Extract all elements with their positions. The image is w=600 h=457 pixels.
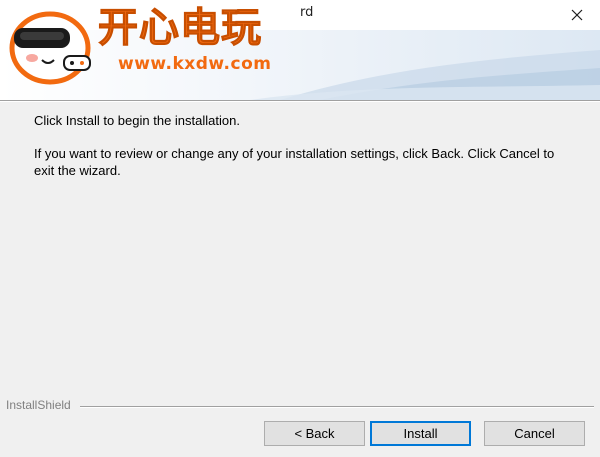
installshield-label: InstallShield bbox=[6, 398, 71, 412]
installshield-brand-row: InstallShield bbox=[0, 396, 600, 416]
footer-divider bbox=[80, 406, 594, 407]
instruction-text: Click Install to begin the installation. bbox=[34, 113, 240, 128]
review-text: If you want to review or change any of y… bbox=[34, 146, 555, 178]
install-button[interactable]: Install bbox=[370, 421, 471, 446]
dialog-content: Click Install to begin the installation.… bbox=[34, 112, 574, 195]
back-button[interactable]: < Back bbox=[264, 421, 365, 446]
watermark-url: www.kxdw.com bbox=[118, 54, 272, 74]
cancel-button[interactable]: Cancel bbox=[484, 421, 585, 446]
watermark-chinese-text: 开心电玩 bbox=[98, 5, 262, 52]
mascot-icon bbox=[9, 11, 91, 85]
banner-separator-highlight bbox=[0, 101, 600, 102]
close-button[interactable] bbox=[554, 0, 600, 30]
close-icon bbox=[571, 9, 583, 21]
watermark-logo: 开心电玩 www.kxdw.com bbox=[0, 0, 310, 90]
